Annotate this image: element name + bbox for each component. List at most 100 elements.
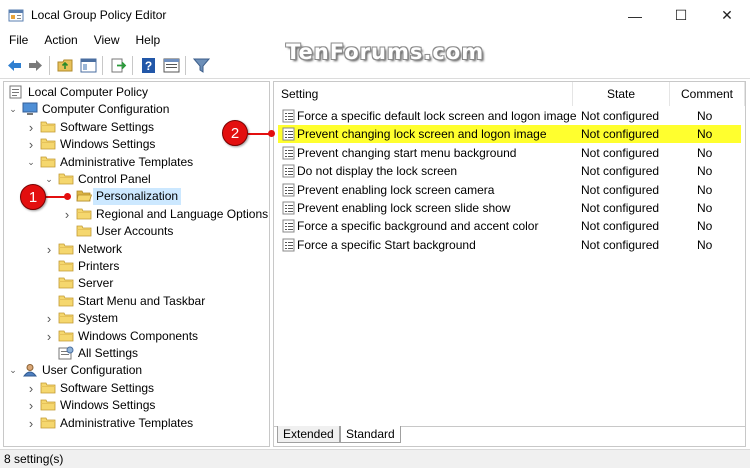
tree-node-administrative-templates[interactable]: › Administrative Templates [4, 415, 268, 432]
tree-node-label: Windows Settings [60, 398, 156, 413]
expanded-chevron-icon[interactable]: ⌄ [8, 101, 18, 118]
policy-row[interactable]: Prevent changing lock screen and logon i… [278, 125, 741, 144]
policy-comment: No [697, 164, 713, 179]
callout-2-dot [268, 130, 275, 137]
policy-setting-icon [282, 164, 295, 178]
tree-node-software-settings[interactable]: › Software Settings [4, 380, 268, 397]
column-header-comment[interactable]: Comment [670, 82, 745, 106]
policy-comment: No [697, 201, 713, 215]
policy-row[interactable]: Prevent enabling lock screen slide show N… [278, 199, 741, 217]
policy-setting-icon [282, 238, 295, 252]
policy-comment: No [697, 237, 713, 252]
tree-node-label: Windows Settings [60, 137, 156, 152]
policy-setting-name: Force a specific Start background [297, 237, 476, 252]
column-header-state[interactable]: State [573, 82, 670, 106]
policy-state: Not configured [581, 164, 660, 179]
tree-node-label: Server [78, 276, 114, 291]
tree-node-start-menu-and-taskbar[interactable]: Start Menu and Taskbar [4, 293, 268, 310]
tree-node-local-computer-policy[interactable]: Local Computer Policy [4, 84, 268, 101]
tree-node-label: User Accounts [96, 224, 174, 239]
show-hide-tree-icon[interactable] [80, 57, 97, 74]
menu-view[interactable]: View [85, 31, 127, 51]
close-button[interactable]: ✕ [704, 0, 750, 31]
expanded-chevron-icon[interactable]: ⌄ [8, 362, 18, 379]
toolbar-separator [102, 56, 103, 75]
menu-action[interactable]: Action [35, 31, 84, 51]
collapsed-chevron-icon[interactable]: › [26, 119, 36, 136]
tree-node-windows-components[interactable]: › Windows Components [4, 328, 268, 345]
settings-list-pane[interactable]: Setting State Comment Force a specific d… [273, 81, 746, 447]
collapsed-chevron-icon[interactable]: › [26, 415, 36, 432]
collapsed-chevron-icon[interactable]: › [26, 397, 36, 414]
callout-1-dot [64, 193, 71, 200]
collapsed-chevron-icon[interactable]: › [26, 136, 36, 153]
collapsed-chevron-icon[interactable]: › [26, 380, 36, 397]
policy-comment: No [697, 182, 713, 197]
policy-setting-icon [282, 146, 295, 160]
tab-extended[interactable]: Extended [277, 426, 340, 443]
menu-help[interactable]: Help [127, 31, 168, 51]
folder-icon [58, 242, 74, 256]
no-expander [44, 293, 54, 310]
up-folder-icon[interactable] [57, 57, 74, 74]
status-text: 8 setting(s) [4, 452, 64, 466]
tree-node-system[interactable]: › System [4, 310, 268, 327]
policy-comment: No [697, 109, 713, 123]
policy-row[interactable]: Force a specific default lock screen and… [278, 107, 741, 125]
folder-icon [58, 172, 74, 186]
computer-icon [22, 102, 38, 116]
tree-node-label: User Configuration [42, 363, 143, 378]
policy-state: Not configured [581, 127, 660, 142]
title-bar: Local Group Policy Editor — ☐ ✕ [0, 0, 750, 31]
policy-row[interactable]: Force a specific background and accent c… [278, 217, 741, 235]
folder-icon [58, 329, 74, 343]
collapsed-chevron-icon[interactable]: › [44, 328, 54, 345]
tree-node-label: Start Menu and Taskbar [78, 293, 206, 308]
policy-setting-icon [282, 201, 295, 215]
tree-node-label: Windows Components [78, 328, 199, 343]
menu-file[interactable]: File [0, 31, 35, 51]
forward-icon[interactable] [27, 57, 44, 74]
tree-node-administrative-templates[interactable]: ⌄ Administrative Templates [4, 154, 268, 171]
tree-node-printers[interactable]: Printers [4, 258, 268, 275]
callout-2: 2 [222, 120, 248, 146]
tree-node-all-settings[interactable]: All Settings [4, 345, 268, 362]
tree-node-label: Software Settings [60, 119, 155, 134]
policy-setting-name: Prevent enabling lock screen camera [297, 182, 495, 197]
tree-node-windows-settings[interactable]: › Windows Settings [4, 397, 268, 414]
policy-setting-name: Force a specific default lock screen and… [297, 109, 577, 123]
tree-node-regional-and-language-options[interactable]: › Regional and Language Options [4, 206, 268, 223]
policy-setting-name: Prevent changing start menu background [297, 145, 517, 160]
collapsed-chevron-icon[interactable]: › [62, 206, 72, 223]
column-header-setting[interactable]: Setting [274, 82, 573, 106]
expanded-chevron-icon[interactable]: ⌄ [26, 154, 36, 171]
collapsed-chevron-icon[interactable]: › [44, 241, 54, 258]
properties-icon[interactable] [163, 57, 180, 74]
policy-row[interactable]: Prevent changing start menu background No… [278, 144, 741, 162]
expanded-chevron-icon[interactable]: ⌄ [44, 171, 54, 188]
tree-node-user-accounts[interactable]: User Accounts [4, 223, 268, 240]
policy-state: Not configured [581, 182, 660, 197]
tree-node-server[interactable]: Server [4, 275, 268, 292]
minimize-button[interactable]: — [612, 0, 658, 31]
tree-node-computer-configuration[interactable]: ⌄ Computer Configuration [4, 101, 268, 118]
folder-icon [58, 276, 74, 290]
tree-node-user-configuration[interactable]: ⌄ User Configuration [4, 362, 268, 379]
export-list-icon[interactable] [110, 57, 127, 74]
tab-standard[interactable]: Standard [340, 426, 401, 443]
back-icon[interactable] [6, 57, 23, 74]
help-icon[interactable]: ? [140, 57, 157, 74]
tree-node-label: Printers [78, 259, 120, 273]
tree-node-network[interactable]: › Network [4, 241, 268, 258]
tree-node-control-panel[interactable]: ⌄ Control Panel [4, 171, 268, 188]
policy-row[interactable]: Do not display the lock screen Not config… [278, 162, 741, 180]
policy-row[interactable]: Force a specific Start background Not con… [278, 236, 741, 254]
policy-setting-name: Force a specific background and accent c… [297, 219, 539, 234]
collapsed-chevron-icon[interactable]: › [44, 310, 54, 327]
policy-row[interactable]: Prevent enabling lock screen camera Not c… [278, 181, 741, 199]
maximize-button[interactable]: ☐ [658, 0, 704, 31]
policy-setting-icon [282, 127, 295, 141]
policy-setting-icon [282, 219, 295, 233]
filter-icon[interactable] [193, 57, 210, 74]
toolbar: ? [0, 51, 750, 79]
